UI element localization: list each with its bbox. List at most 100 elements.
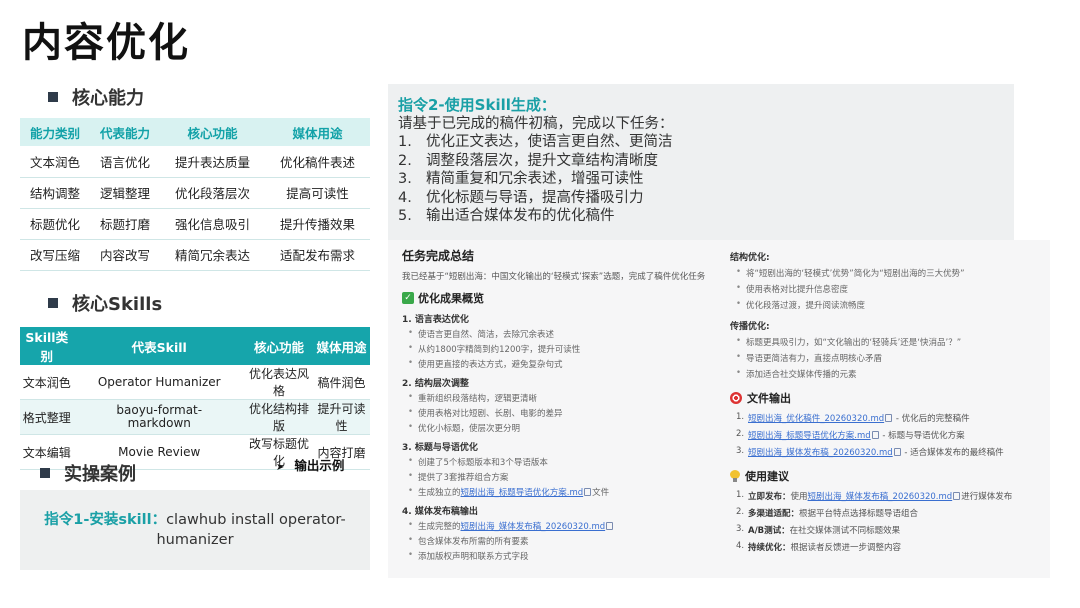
table-cell: 提升表达质量 [160, 146, 265, 178]
ability-header-function: 核心功能 [160, 118, 265, 146]
list-number: 2. [736, 507, 745, 517]
table-cell: 提高可读性 [264, 177, 370, 209]
list-item: 添加适合社交媒体传播的元素 [730, 368, 1050, 380]
ability-header-ability: 代表能力 [90, 118, 160, 146]
table-cell: 文本润色 [20, 146, 90, 178]
command2-box: 指令2-使用Skill生成： 请基于已完成的稿件初稿，完成以下任务： 1. 优化正… [388, 84, 1014, 244]
skills-table: Skill类别 代表Skill 核心功能 媒体用途 文本润色 Operator … [20, 327, 370, 470]
table-cell: 优化稿件表述 [264, 146, 370, 178]
table-cell: 精简冗余表达 [160, 239, 265, 271]
table-cell: 优化表达风格 [244, 365, 314, 400]
list-item: 优化小标题，使层次更分明 [402, 422, 732, 434]
section-core-skills-label: 核心Skills [72, 294, 163, 315]
files-heading: 文件输出 [730, 390, 1050, 406]
list-item: 3. 精简重复和冗余表述，增强可读性 [398, 170, 1004, 189]
ability-header-usage: 媒体用途 [264, 118, 370, 146]
list-item: 4. 持续优化：根据读者反馈进一步调整内容 [730, 541, 1050, 553]
screenshot-left-column: 任务完成总结 我已经基于“短剧出海：中国文化输出的‘轻模式’探索”选题，完成了稿… [402, 240, 732, 562]
list-item: 4. 优化标题与导语，提高传播吸引力 [398, 189, 1004, 208]
list-item: 将“短剧出海的‘轻模式’优势”简化为“短剧出海的三大优势” [730, 267, 1050, 279]
list-item: 2. 短剧出海_标题导语优化方案.md - 标题与导语优化方案 [730, 429, 1050, 441]
screenshot-right-column: 结构优化: 将“短剧出海的‘轻模式’优势”简化为“短剧出海的三大优势” 使用表格… [730, 240, 1050, 553]
text: 生成独立的 [418, 488, 461, 498]
table-cell: 语言优化 [90, 146, 160, 178]
table-cell: baoyu-format-markdown [73, 399, 245, 435]
file-link[interactable]: 短剧出海_优化稿件_20260320.md [748, 414, 884, 424]
text: 使用 [790, 492, 808, 502]
list-text: 调整段落层次，提升文章结构清晰度 [426, 152, 658, 169]
table-row: 改写压缩 内容改写 精简冗余表达 适配发布需求 [20, 239, 370, 271]
skills-header-skill: 代表Skill [73, 327, 245, 365]
document-icon [871, 431, 879, 439]
section-practice-label: 实操案例 [64, 464, 136, 485]
text: 文件 [592, 488, 610, 498]
file-link[interactable]: 短剧出海_媒体发布稿_20260320.md [461, 522, 606, 532]
text: 根据平台特点选择标题导语组合 [799, 509, 919, 519]
list-item: 标题更具吸引力，如“文化输出的‘轻骑兵’还是‘快消品’？” [730, 336, 1050, 348]
document-icon [893, 448, 901, 456]
command1-content: 指令1-安装skill：clawhub install operator-hum… [36, 510, 354, 550]
group-title: 4. 媒体发布稿输出 [402, 507, 478, 517]
file-link[interactable]: 短剧出海_媒体发布稿_20260320.md [808, 492, 953, 502]
document-icon [606, 522, 614, 530]
skills-header-usage: 媒体用途 [313, 327, 370, 365]
group-title: 传播优化: [730, 322, 770, 332]
table-cell: 提升传播效果 [264, 208, 370, 240]
list-number: 4. [398, 189, 412, 206]
advice-title: 使用建议 [745, 470, 789, 483]
list-number: 2. [398, 152, 412, 169]
file-link[interactable]: 短剧出海_媒体发布稿_20260320.md [748, 448, 893, 458]
group-title: 1. 语言表达优化 [402, 315, 469, 325]
document-icon [953, 492, 961, 500]
ability-table: 能力类别 代表能力 核心功能 媒体用途 文本润色 语言优化 提升表达质量 优化稿… [20, 118, 370, 271]
ability-header-category: 能力类别 [20, 118, 90, 146]
skills-table-header: Skill类别 代表Skill 核心功能 媒体用途 [20, 327, 370, 365]
list-item: 2. 调整段落层次，提升文章结构清晰度 [398, 152, 1004, 171]
text: 进行媒体发布 [961, 492, 1013, 502]
list-number: 2. [736, 429, 745, 439]
command1-box: 指令1-安装skill：clawhub install operator-hum… [20, 490, 370, 570]
bullet-square-icon [40, 468, 50, 478]
command1-text: clawhub install operator-humanizer [156, 512, 346, 548]
command1-label: 指令1-安装skill： [44, 512, 167, 528]
list-item: 从约1800字精简到约1200字，提升可读性 [402, 343, 732, 355]
target-icon [730, 392, 742, 404]
list-item: 使语言更自然、简洁，去除冗余表述 [402, 328, 732, 340]
output-example-label: ➤ 输出示例 [276, 455, 344, 474]
list-item: 1. 优化正文表达，使语言更自然、更简洁 [398, 133, 1004, 152]
list-item: 1. 短剧出海_优化稿件_20260320.md - 优化后的完整稿件 [730, 412, 1050, 424]
table-cell: 标题优化 [20, 208, 90, 240]
list-item: 使用更直接的表达方式，避免复杂句式 [402, 358, 732, 370]
skills-header-category: Skill类别 [20, 327, 74, 365]
table-row: 文本润色 语言优化 提升表达质量 优化稿件表述 [20, 146, 370, 178]
table-cell: 逻辑整理 [90, 177, 160, 209]
text: 生成完整的 [418, 522, 461, 532]
section-core-skills: 核心Skills [48, 290, 162, 316]
output-example-text: 输出示例 [294, 458, 345, 473]
advice-heading: 使用建议 [730, 468, 1050, 484]
list-number: 3. [736, 524, 745, 534]
table-cell: 提升可读性 [313, 399, 370, 435]
file-link[interactable]: 短剧出海_标题导语优化方案.md [748, 431, 871, 441]
list-item: 生成独立的短剧出海_标题导语优化方案.md 文件 [402, 486, 732, 498]
table-cell: 标题打磨 [90, 208, 160, 240]
bullet-square-icon [48, 92, 58, 102]
list-number: 4. [736, 541, 745, 551]
list-number: 5. [398, 208, 412, 224]
table-cell: 稿件润色 [313, 365, 370, 400]
text: - 优化后的完整稿件 [895, 414, 970, 424]
list-item: 使用表格对比短剧、长剧、电影的差异 [402, 407, 732, 419]
list-number: 3. [736, 446, 745, 456]
check-icon: ✓ [402, 292, 414, 304]
table-row: 格式整理 baoyu-format-markdown 优化结构排版 提升可读性 [20, 399, 370, 435]
table-cell: 内容改写 [90, 239, 160, 271]
section-core-ability-label: 核心能力 [72, 88, 144, 109]
list-item: 3. A/B测试：在社交媒体测试不同标题效果 [730, 524, 1050, 536]
table-row: 标题优化 标题打磨 强化信息吸引 提升传播效果 [20, 208, 370, 240]
file-link[interactable]: 短剧出海_标题导语优化方案.md [461, 488, 584, 498]
list-item: 5. 输出适合媒体发布的优化稿件 [398, 207, 1004, 226]
bold-text: 立即发布： [748, 492, 791, 502]
list-item: 包含媒体发布所需的所有要素 [402, 535, 732, 547]
list-number: 1. [736, 412, 745, 422]
list-item: 生成完整的短剧出海_媒体发布稿_20260320.md [402, 520, 732, 532]
